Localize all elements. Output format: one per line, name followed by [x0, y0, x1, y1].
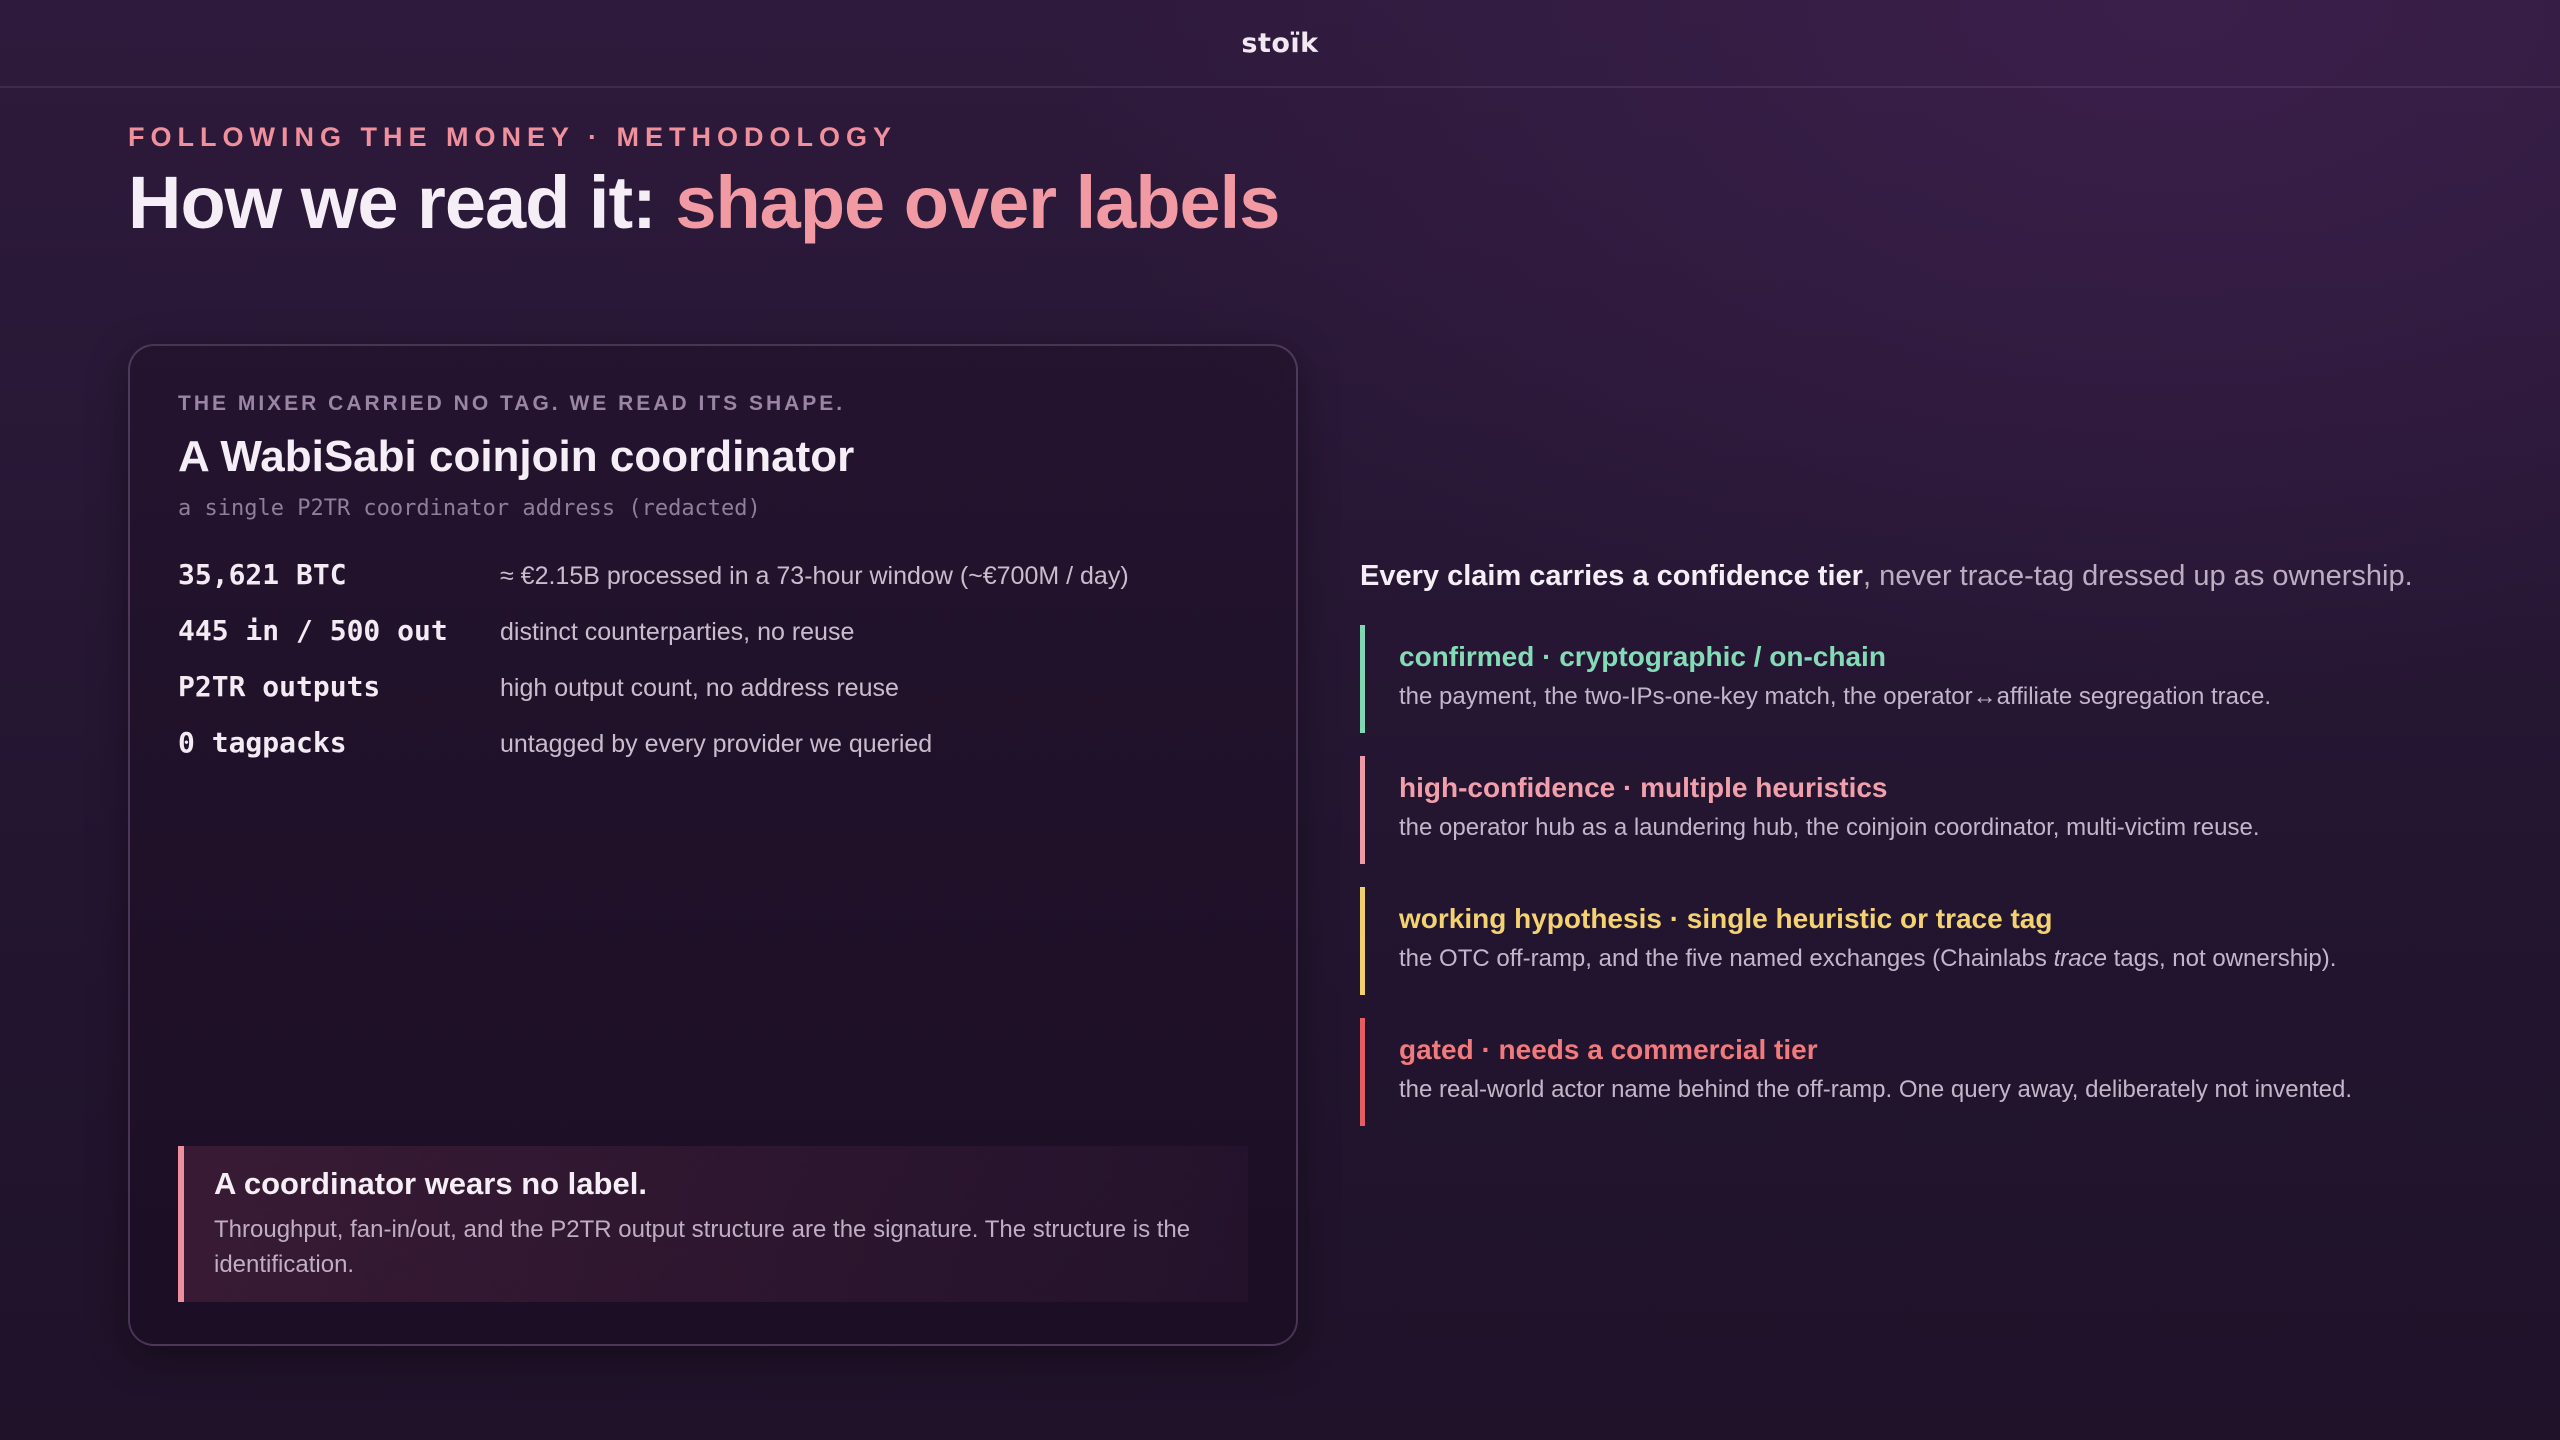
tiers-intro-strong: Every claim carries a confidence tier	[1360, 560, 1863, 592]
stat-value: ≈ €2.15B processed in a 73-hour window (…	[500, 562, 1129, 590]
card-eyebrow: THE MIXER CARRIED NO TAG. WE READ ITS SH…	[178, 392, 846, 415]
tier-desc-emphasis: trace	[2053, 945, 2107, 972]
tiers-intro: Every claim carries a confidence tier, n…	[1360, 560, 2510, 593]
tier-title: gated · needs a commercial tier	[1399, 1034, 1818, 1065]
card-subtitle: a single P2TR coordinator address (redac…	[178, 496, 761, 521]
page-title-lead: How we read it:	[128, 161, 676, 244]
tier-description: the OTC off-ramp, and the five named exc…	[1399, 945, 2510, 973]
stat-value: high output count, no address reuse	[500, 674, 899, 702]
brand-logo[interactable]: stoïk	[1241, 28, 1318, 59]
page-title: How we read it: shape over labels	[128, 160, 1280, 245]
callout-title: A coordinator wears no label.	[214, 1166, 647, 1201]
tiers-intro-rest: , never trace-tag dressed up as ownershi…	[1862, 560, 2413, 592]
stat-row: 35,621 BTC ≈ €2.15B processed in a 73-ho…	[178, 558, 1258, 614]
tier-desc-before: the OTC off-ramp, and the five named exc…	[1399, 945, 2054, 972]
stat-row: 0 tagpacks untagged by every provider we…	[178, 726, 1258, 782]
tier-description: the real-world actor name behind the off…	[1399, 1076, 2352, 1103]
stat-key: 445 in / 500 out	[178, 614, 448, 647]
tier-high-confidence: high-confidence · multiple heuristics th…	[1360, 756, 2510, 864]
stat-key: 0 tagpacks	[178, 726, 347, 759]
tier-confirmed: confirmed · cryptographic / on-chain the…	[1360, 625, 2510, 733]
stat-row: 445 in / 500 out distinct counterparties…	[178, 614, 1258, 670]
tier-description: the payment, the two-IPs-one-key match, …	[1399, 683, 2272, 710]
page-title-accent: shape over labels	[675, 161, 1280, 244]
tier-title: high-confidence · multiple heuristics	[1399, 772, 1888, 803]
stat-key: P2TR outputs	[178, 670, 381, 703]
stat-value: untagged by every provider we queried	[500, 730, 933, 758]
stat-row: P2TR outputs high output count, no addre…	[178, 670, 1258, 726]
tier-desc-after: tags, not ownership).	[2106, 945, 2337, 972]
top-bar: stoïk	[0, 0, 2560, 88]
stat-key: 35,621 BTC	[178, 558, 347, 591]
callout-box: A coordinator wears no label. Throughput…	[178, 1146, 1248, 1302]
card-title: A WabiSabi coinjoin coordinator	[178, 432, 855, 481]
tier-working-hypothesis: working hypothesis · single heuristic or…	[1360, 887, 2510, 995]
section-eyebrow: FOLLOWING THE MONEY · METHODOLOGY	[128, 122, 897, 152]
stats-list: 35,621 BTC ≈ €2.15B processed in a 73-ho…	[178, 558, 1258, 782]
callout-body: Throughput, fan-in/out, and the P2TR out…	[214, 1216, 1191, 1278]
tier-title: confirmed · cryptographic / on-chain	[1399, 641, 1886, 672]
tier-title: working hypothesis · single heuristic or…	[1399, 903, 2053, 934]
tier-description: the operator hub as a laundering hub, th…	[1399, 814, 2260, 841]
stat-value: distinct counterparties, no reuse	[500, 618, 855, 646]
confidence-tiers: Every claim carries a confidence tier, n…	[1360, 560, 2510, 1126]
coordinator-card: THE MIXER CARRIED NO TAG. WE READ ITS SH…	[128, 344, 1298, 1346]
tier-gated: gated · needs a commercial tier the real…	[1360, 1018, 2510, 1126]
